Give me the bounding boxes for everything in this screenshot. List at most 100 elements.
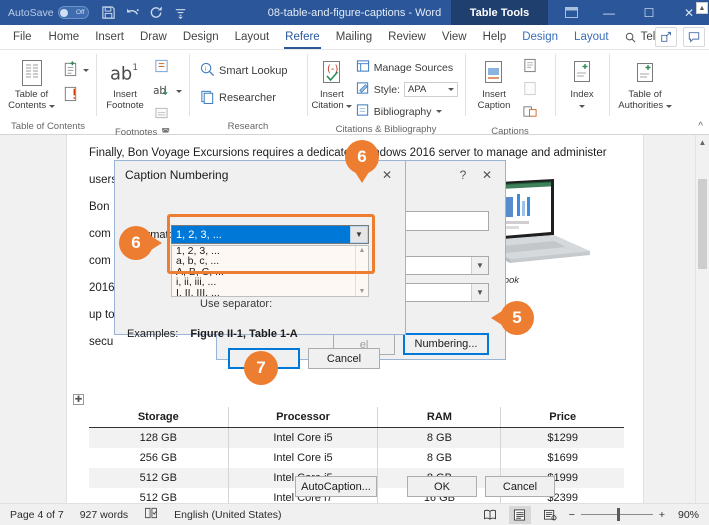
- page-indicator[interactable]: Page 4 of 7: [10, 509, 64, 521]
- help-icon[interactable]: ?: [451, 168, 475, 182]
- tab-help[interactable]: Help: [475, 25, 515, 49]
- zoom-slider[interactable]: − +: [569, 509, 665, 521]
- update-table-of-figures-icon: [522, 81, 538, 99]
- share-icon[interactable]: [655, 27, 677, 47]
- ribbon-display-options-icon[interactable]: [553, 0, 589, 25]
- tab-view[interactable]: View: [434, 25, 475, 49]
- smart-lookup-button[interactable]: i Smart Lookup: [197, 60, 290, 82]
- insert-endnote-button[interactable]: [150, 56, 185, 79]
- format-dropdown-list[interactable]: 1, 2, 3, ... a, b, c, ... A, B, C, ... i…: [171, 245, 369, 297]
- ribbon-group-index: Index: [555, 50, 609, 134]
- close-icon[interactable]: ✕: [475, 168, 499, 182]
- tab-mailings[interactable]: Mailing: [328, 25, 380, 49]
- citation-style-control[interactable]: Style: APA: [353, 79, 461, 100]
- scroll-down-icon[interactable]: ▼: [359, 288, 366, 295]
- bibliography-button[interactable]: Bibliography: [353, 101, 461, 122]
- index-button[interactable]: Index: [559, 54, 605, 111]
- researcher-button[interactable]: Researcher: [197, 87, 279, 109]
- table-cell: Intel Core i5: [228, 448, 378, 468]
- document-page[interactable]: Finally, Bon Voyage Excursions requires …: [66, 135, 644, 503]
- table-row[interactable]: 128 GB Intel Core i5 8 GB $1299: [89, 428, 624, 449]
- zoom-in-button[interactable]: +: [659, 509, 665, 521]
- zoom-track[interactable]: [581, 514, 653, 515]
- minimize-icon[interactable]: —: [589, 0, 629, 25]
- ribbon-group-captions: InsertCaption: [465, 50, 555, 134]
- zoom-thumb[interactable]: [617, 508, 620, 521]
- citation-style-combo[interactable]: APA: [404, 82, 458, 97]
- format-combo[interactable]: 1, 2, 3, ... ▼: [171, 225, 369, 244]
- chevron-down-icon[interactable]: ▼: [471, 284, 488, 301]
- style-label: Style:: [374, 84, 400, 96]
- scroll-top-button[interactable]: ▲: [696, 2, 708, 14]
- table-of-contents-button[interactable]: Table ofContents: [4, 54, 59, 111]
- tab-table-design[interactable]: Design: [514, 25, 566, 49]
- tab-design[interactable]: Design: [175, 25, 227, 49]
- scroll-up-icon[interactable]: ▲: [696, 135, 709, 149]
- ribbon-group-label-index: [559, 119, 605, 134]
- customize-qat-icon[interactable]: [173, 5, 188, 20]
- add-text-button[interactable]: [59, 58, 92, 82]
- autosave-toggle[interactable]: AutoSave Off: [8, 6, 89, 19]
- tab-references[interactable]: Refere: [277, 25, 328, 49]
- chevron-down-icon[interactable]: ▼: [350, 226, 368, 243]
- ribbon-group-label-toc: Table of Contents: [4, 119, 92, 134]
- caption-cancel-button[interactable]: Cancel: [485, 476, 555, 497]
- update-table-button[interactable]: [59, 83, 92, 107]
- chevron-down-icon[interactable]: ▼: [471, 257, 488, 274]
- numbering-button[interactable]: Numbering...: [403, 333, 489, 355]
- print-layout-icon[interactable]: [509, 506, 531, 524]
- redo-icon[interactable]: [149, 5, 164, 20]
- table-of-authorities-button[interactable]: Table ofAuthorities: [613, 54, 677, 111]
- tab-file[interactable]: File: [0, 25, 41, 49]
- cross-reference-icon: [522, 104, 538, 122]
- manage-sources-button[interactable]: Manage Sources: [353, 57, 461, 78]
- web-layout-icon[interactable]: [539, 506, 561, 524]
- cross-reference-button[interactable]: [519, 102, 541, 124]
- insert-caption-button[interactable]: InsertCaption: [469, 54, 519, 111]
- format-option[interactable]: I, II, III, ...: [172, 288, 368, 297]
- tab-layout[interactable]: Layout: [227, 25, 278, 49]
- callout-badge-6-left: 6: [119, 226, 153, 260]
- read-mode-icon[interactable]: [479, 506, 501, 524]
- update-table-of-figures-button[interactable]: [519, 79, 541, 101]
- insert-citation-button[interactable]: (-) InsertCitation: [311, 54, 353, 111]
- table-header-row: Storage Processor RAM Price: [89, 407, 624, 428]
- save-icon[interactable]: [101, 5, 116, 20]
- show-notes-button[interactable]: [150, 104, 185, 125]
- tab-review[interactable]: Review: [380, 25, 434, 49]
- table-row[interactable]: 256 GB Intel Core i5 8 GB $1699: [89, 448, 624, 468]
- caption-ok-button[interactable]: OK: [407, 476, 477, 497]
- insert-table-of-figures-button[interactable]: [519, 56, 541, 78]
- autosave-switch[interactable]: Off: [58, 6, 89, 19]
- tab-home[interactable]: Home: [41, 25, 88, 49]
- autocaption-button[interactable]: AutoCaption...: [295, 476, 377, 497]
- collapse-ribbon-icon[interactable]: ^: [698, 121, 703, 132]
- ribbon-group-footnotes: ab1 InsertFootnote ab: [96, 50, 189, 134]
- vertical-scrollbar[interactable]: ▲: [695, 135, 709, 503]
- proofing-errors-icon[interactable]: [144, 507, 158, 522]
- tab-insert[interactable]: Insert: [87, 25, 132, 49]
- examples-value: Figure II-1, Table 1-A: [178, 328, 297, 340]
- ribbon: Table ofContents Table of Contents: [0, 50, 709, 135]
- word-count[interactable]: 927 words: [80, 509, 128, 521]
- zoom-level[interactable]: 90%: [673, 509, 699, 521]
- table-header-ram: RAM: [378, 407, 501, 428]
- autosave-state: Off: [76, 9, 85, 16]
- maximize-icon[interactable]: ☐: [629, 0, 669, 25]
- next-footnote-button[interactable]: ab: [150, 80, 185, 103]
- undo-icon[interactable]: [125, 5, 140, 20]
- zoom-out-button[interactable]: −: [569, 509, 575, 521]
- scroll-up-icon[interactable]: ▲: [359, 247, 366, 254]
- scrollbar-thumb[interactable]: [698, 179, 707, 269]
- format-option[interactable]: i, ii, iii, ...: [172, 277, 368, 287]
- close-icon[interactable]: ✕: [375, 168, 399, 182]
- language-indicator[interactable]: English (United States): [174, 509, 281, 521]
- insert-footnote-button[interactable]: ab1 InsertFootnote: [100, 54, 150, 111]
- tab-table-layout[interactable]: Layout: [566, 25, 617, 49]
- table-move-handle-icon[interactable]: ✚: [73, 394, 84, 405]
- dropdown-scrollbar[interactable]: ▲ ▼: [355, 246, 368, 296]
- table-cell: $1299: [501, 428, 624, 449]
- comments-icon[interactable]: [683, 27, 705, 47]
- numbering-cancel-button[interactable]: Cancel: [308, 348, 380, 369]
- tab-draw[interactable]: Draw: [132, 25, 175, 49]
